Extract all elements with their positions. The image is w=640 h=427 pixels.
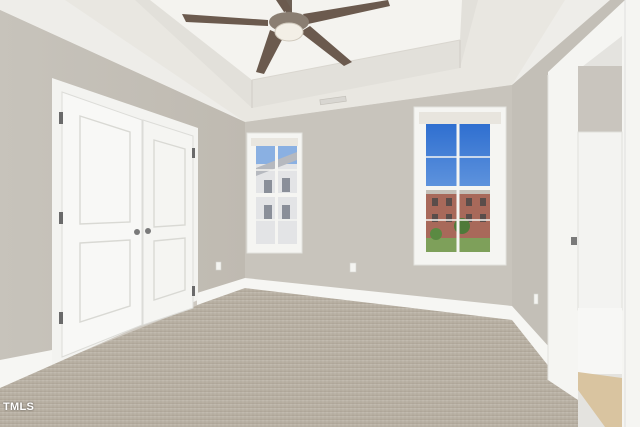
door-hinge [59,112,63,124]
door-hinge [192,148,195,158]
hallway-door [577,131,623,311]
door-knob [134,229,140,235]
room-illustration [0,0,640,427]
wall-outlet [349,262,357,273]
wall-outlet [533,293,539,305]
fan-light [274,22,304,42]
left-window-blind [251,138,298,146]
door-hinge [571,237,577,245]
door-hinge [59,212,63,224]
hallway-wall [578,66,622,134]
door-hinge [59,312,63,324]
photo-watermark: TMLS [3,401,35,413]
door-knob [145,228,151,234]
door-hinge [192,286,195,296]
tree [430,228,442,240]
right-window-blind [419,112,501,124]
wall-outlet [215,261,222,271]
hallway-baseboard [578,308,622,374]
bedroom-photo: TMLS [0,0,640,427]
